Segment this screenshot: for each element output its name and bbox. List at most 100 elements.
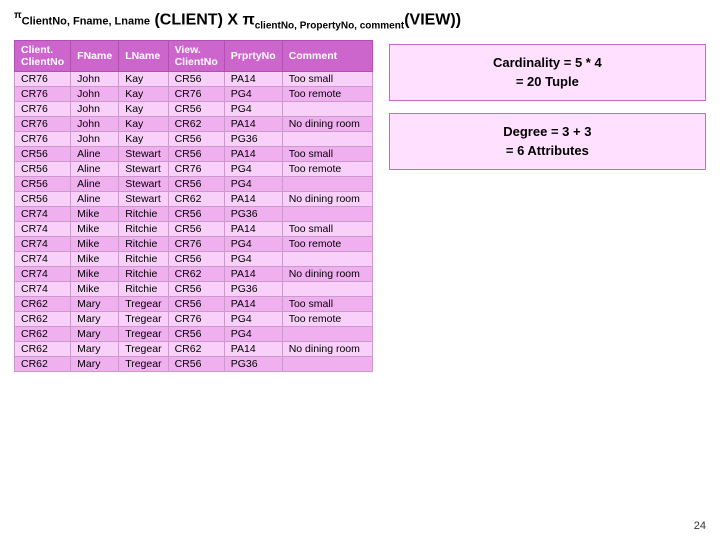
degree-line2: = 6 Attributes — [402, 141, 693, 161]
degree-box: Degree = 3 + 3 = 6 Attributes — [389, 113, 706, 170]
table-cell: CR62 — [168, 191, 224, 206]
col-header-viewclientno: View.ClientNo — [168, 40, 224, 71]
table-cell: Too small — [282, 71, 372, 86]
table-cell: PA14 — [224, 146, 282, 161]
table-cell: CR56 — [15, 191, 71, 206]
table-cell — [282, 251, 372, 266]
table-cell: No dining room — [282, 191, 372, 206]
table-cell: Kay — [119, 101, 168, 116]
table-cell: Ritchie — [119, 221, 168, 236]
table-cell: Mary — [71, 341, 119, 356]
table-cell: PG4 — [224, 86, 282, 101]
table-cell: CR76 — [15, 101, 71, 116]
table-cell: Mary — [71, 356, 119, 371]
table-cell: CR56 — [168, 146, 224, 161]
table-cell: Mike — [71, 251, 119, 266]
table-cell: CR56 — [168, 221, 224, 236]
table-cell: Mary — [71, 296, 119, 311]
table-cell: Aline — [71, 176, 119, 191]
table-row: CR74MikeRitchieCR56PG36 — [15, 281, 373, 296]
table-row: CR74MikeRitchieCR56PG36 — [15, 206, 373, 221]
table-cell: Ritchie — [119, 206, 168, 221]
table-cell: CR76 — [168, 86, 224, 101]
page-container: πClientNo, Fname, Lname (CLIENT) X πclie… — [0, 0, 720, 540]
table-cell: PG36 — [224, 206, 282, 221]
table-cell: CR76 — [15, 71, 71, 86]
table-cell: Kay — [119, 71, 168, 86]
table-cell: John — [71, 71, 119, 86]
table-cell: CR74 — [15, 206, 71, 221]
table-row: CR62MaryTregearCR56PG36 — [15, 356, 373, 371]
table-cell: PG4 — [224, 326, 282, 341]
col-header-clientno: Client.ClientNo — [15, 40, 71, 71]
table-cell: Too remote — [282, 86, 372, 101]
table-cell: CR62 — [15, 341, 71, 356]
table-row: CR56AlineStewartCR56PA14Too small — [15, 146, 373, 161]
table-cell: John — [71, 116, 119, 131]
cardinality-line1: Cardinality = 5 * 4 — [402, 53, 693, 73]
table-cell: Tregear — [119, 296, 168, 311]
table-cell: Ritchie — [119, 236, 168, 251]
table-row: CR74MikeRitchieCR56PG4 — [15, 251, 373, 266]
table-cell: PA14 — [224, 191, 282, 206]
table-cell: No dining room — [282, 341, 372, 356]
table-cell: Kay — [119, 131, 168, 146]
table-cell: CR56 — [15, 146, 71, 161]
table-cell: Stewart — [119, 146, 168, 161]
page-title: πClientNo, Fname, Lname (CLIENT) X πclie… — [14, 10, 706, 32]
table-cell: CR76 — [168, 311, 224, 326]
data-table: Client.ClientNo FName LName View.ClientN… — [14, 40, 373, 372]
table-cell — [282, 326, 372, 341]
table-cell: CR56 — [168, 296, 224, 311]
col-header-prprtyno: PrprtyNo — [224, 40, 282, 71]
table-cell: PG4 — [224, 251, 282, 266]
table-cell: PG4 — [224, 311, 282, 326]
table-cell: Stewart — [119, 176, 168, 191]
subscript-right: clientNo, PropertyNo, comment — [255, 21, 404, 32]
table-cell: Mary — [71, 326, 119, 341]
table-cell: No dining room — [282, 116, 372, 131]
table-cell: CR62 — [15, 311, 71, 326]
table-cell: CR62 — [15, 326, 71, 341]
table-cell: CR62 — [168, 116, 224, 131]
table-cell: Mike — [71, 281, 119, 296]
col-header-lname: LName — [119, 40, 168, 71]
table-cell: PA14 — [224, 341, 282, 356]
table-row: CR56AlineStewartCR76PG4Too remote — [15, 161, 373, 176]
table-row: CR76JohnKayCR56PG36 — [15, 131, 373, 146]
table-cell: CR62 — [168, 341, 224, 356]
table-cell: PA14 — [224, 71, 282, 86]
table-cell: PG4 — [224, 176, 282, 191]
table-row: CR76JohnKayCR76PG4Too remote — [15, 86, 373, 101]
table-cell: PA14 — [224, 221, 282, 236]
table-cell: PG4 — [224, 161, 282, 176]
table-cell: CR56 — [168, 206, 224, 221]
table-cell: CR56 — [168, 281, 224, 296]
table-row: CR56AlineStewartCR56PG4 — [15, 176, 373, 191]
table-cell: John — [71, 86, 119, 101]
table-cell: PG36 — [224, 131, 282, 146]
table-cell: CR62 — [15, 296, 71, 311]
table-row: CR76JohnKayCR56PA14Too small — [15, 71, 373, 86]
table-cell: PG36 — [224, 356, 282, 371]
cardinality-box: Cardinality = 5 * 4 = 20 Tuple — [389, 44, 706, 101]
table-row: CR74MikeRitchieCR62PA14No dining room — [15, 266, 373, 281]
table-cell: Kay — [119, 116, 168, 131]
table-cell: CR76 — [15, 86, 71, 101]
main-text: (CLIENT) X π — [154, 11, 254, 28]
table-cell: CR74 — [15, 266, 71, 281]
table-row: CR62MaryTregearCR62PA14No dining room — [15, 341, 373, 356]
table-cell: CR56 — [168, 356, 224, 371]
table-cell: PG36 — [224, 281, 282, 296]
table-cell: CR56 — [168, 326, 224, 341]
table-cell — [282, 281, 372, 296]
table-cell — [282, 101, 372, 116]
table-cell: John — [71, 101, 119, 116]
table-cell: CR56 — [15, 161, 71, 176]
table-cell: Stewart — [119, 161, 168, 176]
table-cell: CR76 — [168, 161, 224, 176]
table-cell: Mike — [71, 266, 119, 281]
table-cell: CR76 — [168, 236, 224, 251]
table-cell — [282, 176, 372, 191]
table-cell: Aline — [71, 146, 119, 161]
